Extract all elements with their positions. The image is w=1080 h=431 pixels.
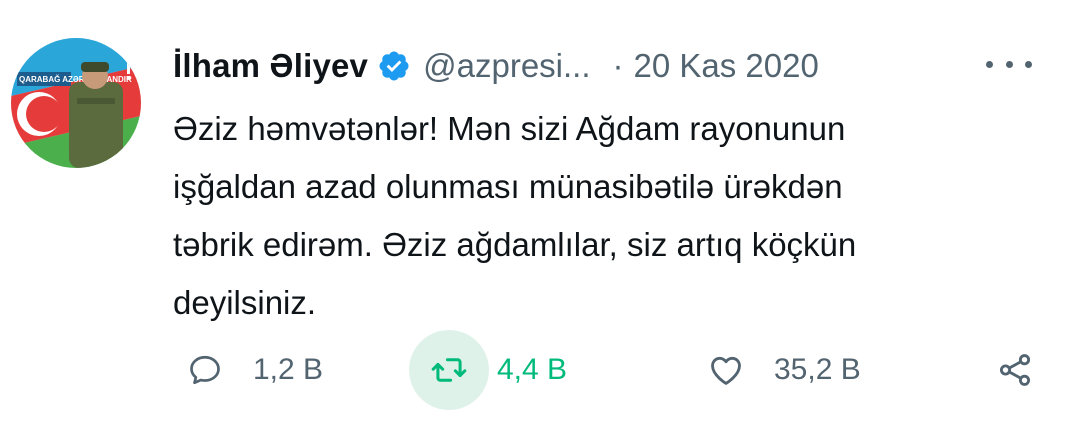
retweet-count: 4,4 B xyxy=(497,353,568,386)
reply-button[interactable]: 1,2 B xyxy=(165,330,323,410)
retweet-icon xyxy=(409,330,489,410)
more-icon[interactable] xyxy=(986,52,1032,76)
more-dot xyxy=(986,60,993,68)
verified-badge-icon xyxy=(377,49,411,83)
retweet-button[interactable]: 4,4 B xyxy=(409,330,567,410)
tweet-date[interactable]: 20 Kas 2020 xyxy=(634,47,819,85)
share-icon xyxy=(975,330,1055,410)
author-name[interactable]: İlham Əliyev xyxy=(173,47,368,85)
reply-icon xyxy=(165,330,245,410)
separator-dot: · xyxy=(612,47,624,84)
tweet: QARABAĞ AZƏRBAYCANDIR İlham Əliyev @azpr… xyxy=(0,0,1080,431)
tweet-text: Əziz həmvətənlər! Mən sizi Ağdam rayonun… xyxy=(173,110,857,321)
avatar-image: QARABAĞ AZƏRBAYCANDIR xyxy=(11,38,141,168)
like-button[interactable]: 35,2 B xyxy=(686,330,861,410)
share-button[interactable] xyxy=(975,330,1055,410)
more-dot xyxy=(1005,60,1013,68)
heart-icon xyxy=(686,330,766,410)
tweet-header: İlham Əliyev @azpresi... · 20 Kas 2020 xyxy=(173,42,819,90)
action-bar: 1,2 B 4,4 B 35,2 B xyxy=(0,330,1080,410)
like-count: 35,2 B xyxy=(774,353,861,386)
author-handle[interactable]: @azpresi... xyxy=(423,47,590,85)
more-dot xyxy=(1025,60,1032,68)
avatar[interactable]: QARABAĞ AZƏRBAYCANDIR xyxy=(11,38,141,168)
reply-count: 1,2 B xyxy=(253,353,324,386)
